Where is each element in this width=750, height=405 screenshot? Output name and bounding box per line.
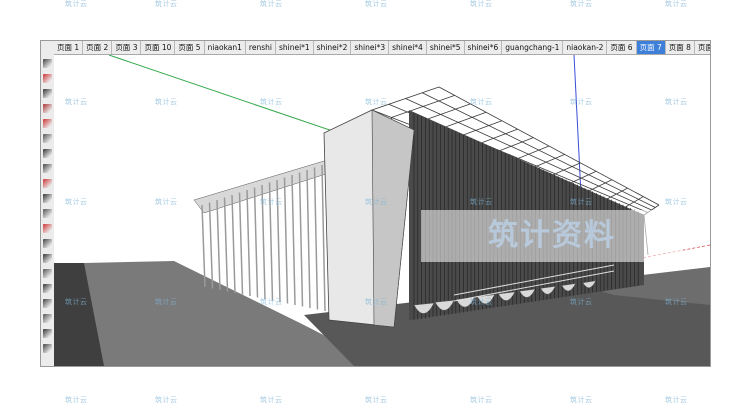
column	[298, 172, 304, 307]
left-toolbar	[41, 41, 55, 366]
column	[253, 187, 259, 298]
column	[321, 164, 326, 312]
scene-tab-9[interactable]: shinei*3	[351, 41, 390, 54]
look-around-icon[interactable]	[43, 344, 52, 353]
zoom-icon[interactable]	[43, 299, 52, 308]
watermark-small: 筑计云	[155, 98, 178, 106]
green-axis-line	[108, 55, 360, 141]
pan-icon[interactable]	[43, 284, 52, 293]
select-icon[interactable]	[43, 59, 52, 68]
scene-tab-6[interactable]: renshi	[246, 41, 276, 54]
scene-tab-11[interactable]: shinei*5	[427, 41, 465, 54]
watermark-small: 筑计云	[65, 298, 88, 306]
scene-tab-17[interactable]: 页面 8	[666, 41, 695, 54]
watermark-small: 筑计云	[470, 396, 493, 404]
text-icon[interactable]	[43, 254, 52, 263]
watermark-small: 筑计云	[470, 198, 493, 206]
watermark-small: 筑计云	[665, 0, 688, 8]
scene-tab-2[interactable]: 页面 3	[112, 41, 142, 54]
scene-tab-12[interactable]: shinei*6	[465, 41, 503, 54]
scene-tab-13[interactable]: guangchang-1	[502, 41, 564, 54]
push-pull-icon[interactable]	[43, 149, 52, 158]
watermark-small: 筑计云	[570, 0, 593, 8]
watermark-small: 筑计云	[570, 396, 593, 404]
zoom-extents-icon[interactable]	[43, 314, 52, 323]
scene-tab-7[interactable]: shinei*1	[276, 41, 314, 54]
watermark-small: 筑计云	[155, 0, 178, 8]
arc-icon[interactable]	[43, 104, 52, 113]
scene-tab-4[interactable]: 页面 5	[175, 41, 205, 54]
pencil-icon[interactable]	[43, 89, 52, 98]
watermark-large: 筑计资料	[421, 210, 683, 262]
scene-tab-15[interactable]: 页面 6	[607, 41, 637, 54]
scene-tab-10[interactable]: shinei*4	[389, 41, 427, 54]
column	[223, 197, 229, 292]
scene-tab-8[interactable]: shinei*2	[314, 41, 352, 54]
watermark-small: 筑计云	[260, 396, 283, 404]
scene-tab-18[interactable]: 页面 9	[695, 41, 710, 54]
scene-tab-14[interactable]: niaokan-2	[563, 41, 608, 54]
watermark-small: 筑计云	[260, 298, 283, 306]
watermark-small: 筑计云	[570, 298, 593, 306]
watermark-small: 筑计云	[65, 198, 88, 206]
watermark-small: 筑计云	[65, 98, 88, 106]
watermark-small: 筑计云	[365, 0, 388, 8]
paint-bucket-icon[interactable]	[43, 224, 52, 233]
scene-tabs-bar: 页面 1 页面 2 页面 3 页面 10 页面 5 niaokan1 renshi shine…	[54, 41, 710, 55]
column	[216, 199, 221, 291]
column	[291, 174, 296, 306]
scene-tab-1[interactable]: 页面 2	[83, 41, 113, 54]
column	[283, 177, 289, 304]
watermark-small: 筑计云	[470, 98, 493, 106]
watermark-small: 筑计云	[260, 98, 283, 106]
watermark-small: 筑计云	[365, 98, 388, 106]
column	[306, 169, 311, 309]
end-wall-side	[371, 109, 415, 328]
watermark-small: 筑计云	[260, 198, 283, 206]
watermark-small: 筑计云	[470, 0, 493, 8]
orbit-icon[interactable]	[43, 269, 52, 278]
watermark-small: 筑计云	[665, 98, 688, 106]
watermark-small: 筑计云	[155, 396, 178, 404]
column	[231, 194, 236, 294]
watermark-small: 筑计云	[365, 198, 388, 206]
rectangle-icon[interactable]	[43, 134, 52, 143]
tape-measure-icon[interactable]	[43, 239, 52, 248]
rotate-icon[interactable]	[43, 179, 52, 188]
watermark-small: 筑计云	[365, 396, 388, 404]
column	[201, 204, 206, 288]
watermark-small: 筑计云	[570, 98, 593, 106]
watermark-small: 筑计云	[665, 198, 688, 206]
freehand-icon[interactable]	[43, 119, 52, 128]
watermark-small: 筑计云	[665, 396, 688, 404]
column	[246, 189, 251, 297]
offset-icon[interactable]	[43, 194, 52, 203]
watermark-small: 筑计云	[155, 298, 178, 306]
watermark-small: 筑计云	[365, 298, 388, 306]
watermark-small: 筑计云	[260, 0, 283, 8]
watermark-small: 筑计云	[470, 298, 493, 306]
watermark-small: 筑计云	[65, 0, 88, 8]
watermark-small: 筑计云	[570, 198, 593, 206]
scene-tab-3[interactable]: 页面 10	[141, 41, 176, 54]
walk-icon[interactable]	[43, 329, 52, 338]
watermark-small: 筑计云	[155, 198, 178, 206]
scene-tab-0[interactable]: 页面 1	[54, 41, 84, 54]
column	[238, 192, 244, 295]
column	[208, 202, 214, 289]
move-icon[interactable]	[43, 164, 52, 173]
watermark-small: 筑计云	[65, 396, 88, 404]
scale-icon[interactable]	[43, 209, 52, 218]
eraser-icon[interactable]	[43, 74, 52, 83]
scene-tab-16[interactable]: 页面 7	[636, 41, 666, 54]
column	[313, 167, 319, 310]
watermark-small: 筑计云	[665, 298, 688, 306]
scene-tab-5[interactable]: niaokan1	[205, 41, 246, 54]
